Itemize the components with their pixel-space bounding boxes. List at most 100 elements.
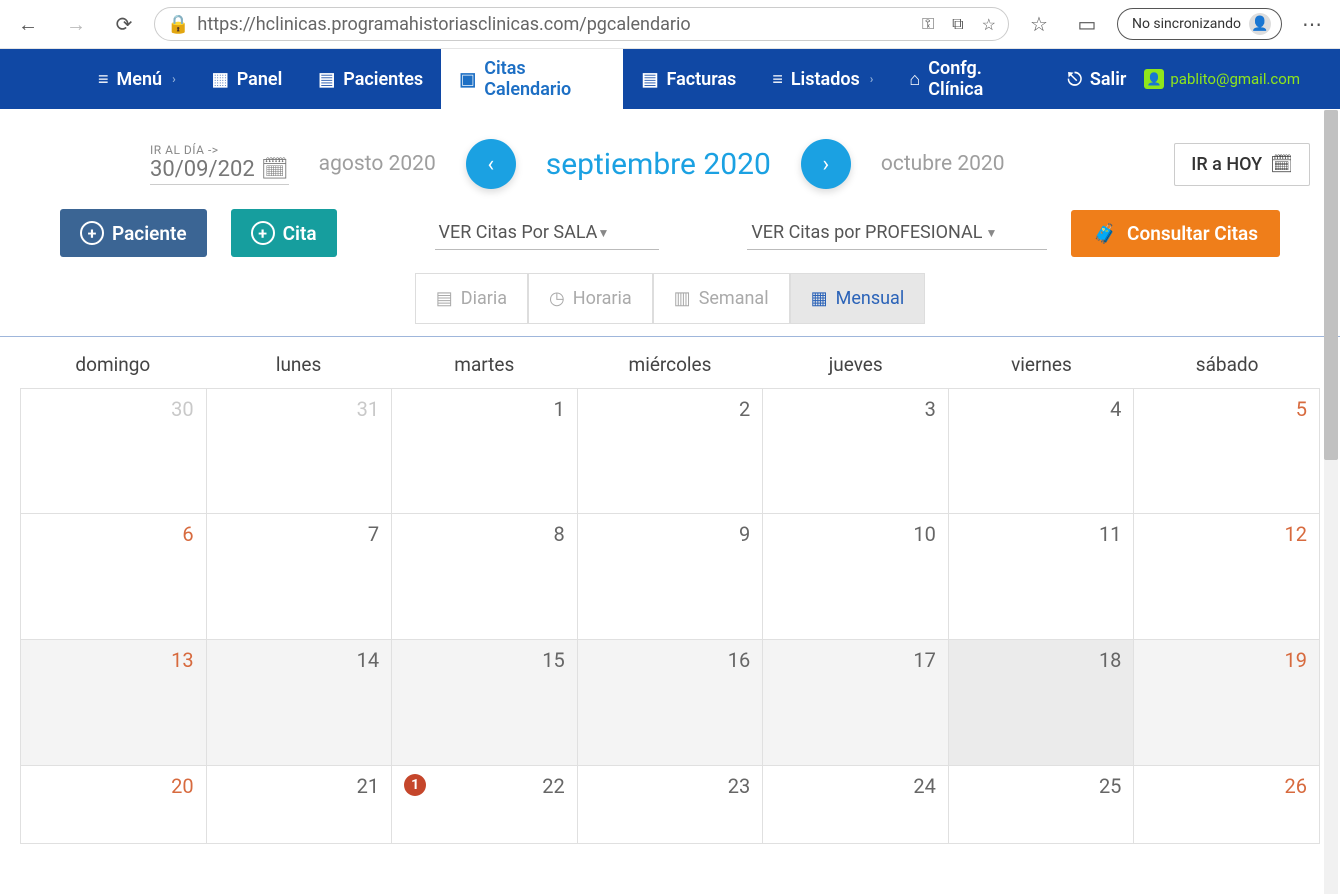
calendar-cell[interactable]: 25	[949, 766, 1135, 844]
nav-menu[interactable]: ≡ Menú ›	[80, 49, 194, 109]
calendar-cell[interactable]: 22 1	[392, 766, 578, 844]
nav-confg-clinica[interactable]: ⌂ Confg. Clínica	[891, 49, 1049, 109]
current-month: septiembre 2020	[546, 147, 771, 182]
clock-icon: ◷	[549, 288, 565, 309]
calendar-cell[interactable]: 21	[207, 766, 393, 844]
calendar-cell[interactable]: 24	[763, 766, 949, 844]
scroll-thumb[interactable]	[1324, 110, 1338, 460]
plus-icon: +	[251, 221, 275, 245]
next-month-label[interactable]: octubre 2020	[881, 152, 1005, 176]
user-email[interactable]: 👤 pablito@gmail.com	[1144, 69, 1300, 89]
calendar-cell[interactable]: 26	[1134, 766, 1320, 844]
content: IR AL DÍA -> 30/09/202 🗓 agosto 2020 ‹ s…	[0, 109, 1340, 844]
view-tab-diaria[interactable]: ▤ Diaria	[415, 273, 528, 324]
goto-day-input[interactable]: 30/09/202 🗓	[150, 157, 289, 185]
calendar-cell[interactable]: 15	[392, 640, 578, 766]
day-number: 26	[1285, 774, 1307, 798]
nav-listados[interactable]: ≡ Listados ›	[754, 49, 891, 109]
calendar-cell[interactable]: 30	[21, 388, 207, 514]
password-icon[interactable]: ⚿	[922, 14, 934, 34]
calendar-cell[interactable]: 17	[763, 640, 949, 766]
filter-sala-select[interactable]: VER Citas Por SALA ▼	[435, 216, 660, 250]
day-number: 31	[357, 397, 379, 421]
consultar-citas-button[interactable]: 🧳 Consultar Citas	[1071, 210, 1280, 257]
url-text: https://hclinicas.programahistoriasclini…	[197, 14, 914, 35]
day-number: 12	[1285, 522, 1307, 546]
view-tab-semanal[interactable]: ▥ Semanal	[653, 273, 790, 324]
today-button[interactable]: IR a HOY 🗓	[1174, 143, 1310, 186]
nav-salir[interactable]: ⎋ Salir	[1050, 49, 1145, 109]
actions-row: + Paciente + Cita VER Citas Por SALA ▼ V…	[20, 209, 1320, 273]
calendar-cell[interactable]: 10	[763, 514, 949, 640]
calendar: domingolunesmartesmiércolesjuevesviernes…	[20, 341, 1320, 844]
grid-icon: ▦	[212, 69, 229, 90]
goto-day: IR AL DÍA -> 30/09/202 🗓	[150, 143, 289, 185]
filter-profesional-select[interactable]: VER Citas por PROFESIONAL ▼	[747, 216, 1047, 250]
calendar-cell[interactable]: 23	[578, 766, 764, 844]
calendar-cell[interactable]: 31	[207, 388, 393, 514]
calendar-cell[interactable]: 11	[949, 514, 1135, 640]
calendar-cell[interactable]: 8	[392, 514, 578, 640]
calendar-cell[interactable]: 4	[949, 388, 1135, 514]
calendar-cell[interactable]: 1	[392, 388, 578, 514]
forward-button[interactable]: →	[58, 6, 94, 42]
calendar-cell[interactable]: 19	[1134, 640, 1320, 766]
nav-panel[interactable]: ▦ Panel	[194, 49, 301, 109]
day-number: 16	[728, 648, 750, 672]
day-number: 9	[739, 522, 750, 546]
view-tab-mensual[interactable]: ▦ Mensual	[790, 273, 926, 324]
prev-month-label[interactable]: agosto 2020	[319, 152, 436, 176]
more-icon[interactable]: ⋯	[1294, 6, 1330, 42]
star-plus-icon[interactable]: ☆	[982, 15, 996, 34]
day-number: 3	[925, 397, 936, 421]
event-badge[interactable]: 1	[404, 774, 426, 796]
day-number: 22	[542, 774, 564, 798]
chevron-down-icon: ▼	[597, 226, 609, 240]
calendar-cell[interactable]: 7	[207, 514, 393, 640]
nav-facturas[interactable]: ▤ Facturas	[623, 49, 754, 109]
add-paciente-button[interactable]: + Paciente	[60, 209, 207, 257]
day-number: 8	[553, 522, 564, 546]
user-avatar-icon: 👤	[1249, 13, 1271, 35]
sync-status[interactable]: No sincronizando 👤	[1117, 8, 1282, 40]
month-nav-row: IR AL DÍA -> 30/09/202 🗓 agosto 2020 ‹ s…	[20, 109, 1320, 209]
collections-icon[interactable]: ▭	[1069, 6, 1105, 42]
favorites-icon[interactable]: ☆	[1021, 6, 1057, 42]
calendar-cell[interactable]: 5	[1134, 388, 1320, 514]
day-number: 17	[913, 648, 935, 672]
calendar-cell[interactable]: 13	[21, 640, 207, 766]
menu-icon: ≡	[98, 69, 109, 90]
day-number: 25	[1099, 774, 1121, 798]
day-number: 19	[1285, 648, 1307, 672]
month-view-icon: ▦	[811, 288, 828, 309]
day-view-icon: ▤	[436, 288, 453, 309]
address-bar[interactable]: 🔒 https://hclinicas.programahistoriascli…	[154, 7, 1009, 41]
calendar-cell[interactable]: 2	[578, 388, 764, 514]
invoice-icon: ▤	[641, 69, 658, 90]
calendar-cell[interactable]: 9	[578, 514, 764, 640]
calendar-cell[interactable]: 16	[578, 640, 764, 766]
nav-pacientes[interactable]: ▤ Pacientes	[300, 49, 441, 109]
goto-day-label: IR AL DÍA ->	[150, 143, 289, 157]
calendar-cell[interactable]: 18	[949, 640, 1135, 766]
prev-month-button[interactable]: ‹	[466, 139, 516, 189]
calendar-cell[interactable]: 3	[763, 388, 949, 514]
back-button[interactable]: ←	[10, 6, 46, 42]
day-number: 5	[1296, 397, 1307, 421]
calendar-icon: 🗓	[1270, 154, 1293, 175]
calendar-cell[interactable]: 6	[21, 514, 207, 640]
day-number: 15	[542, 648, 564, 672]
add-cita-button[interactable]: + Cita	[231, 209, 337, 257]
day-number: 10	[913, 522, 935, 546]
view-tab-horaria[interactable]: ◷ Horaria	[528, 273, 653, 324]
calendar-cell[interactable]: 12	[1134, 514, 1320, 640]
refresh-button[interactable]: ⟳	[106, 6, 142, 42]
calendar-cell[interactable]: 20	[21, 766, 207, 844]
next-month-button[interactable]: ›	[801, 139, 851, 189]
calendar-cell[interactable]: 14	[207, 640, 393, 766]
user-icon: 👤	[1144, 69, 1164, 89]
nav-citas-calendario[interactable]: ▣ Citas Calendario	[441, 49, 623, 109]
view-tabs: ▤ Diaria ◷ Horaria ▥ Semanal ▦ Mensual	[20, 273, 1320, 324]
scrollbar[interactable]	[1324, 110, 1338, 894]
open-external-icon[interactable]: ⧉	[952, 14, 963, 34]
